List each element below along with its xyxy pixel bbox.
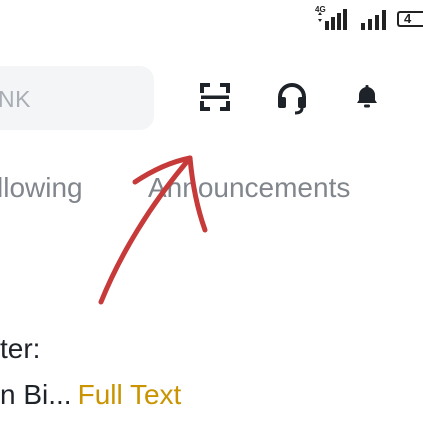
- battery-level: 4: [404, 11, 412, 26]
- annotation-arrow: [98, 155, 208, 305]
- search-input[interactable]: NK: [0, 66, 154, 130]
- scan-icon[interactable]: [199, 82, 231, 112]
- tab-following[interactable]: llowing: [0, 172, 83, 204]
- app-screen: 4G 4 NK llowing Announcements ter: n Bi.…: [0, 0, 423, 423]
- bell-icon[interactable]: [352, 82, 382, 112]
- signal-strength-icon: [361, 10, 386, 30]
- status-bar: 4G 4: [315, 6, 423, 32]
- headset-icon[interactable]: [275, 82, 309, 116]
- post-text-line: ter:: [0, 333, 41, 364]
- battery-icon: 4: [397, 11, 423, 27]
- full-text-link[interactable]: Full Text: [78, 379, 182, 410]
- tab-announcements[interactable]: Announcements: [148, 172, 350, 204]
- post-excerpt: n Bi...: [0, 379, 72, 410]
- signal-strength-4g-icon: 4G: [315, 6, 353, 32]
- search-text: NK: [0, 86, 31, 112]
- post-text-line: n Bi... Full Text: [0, 379, 181, 411]
